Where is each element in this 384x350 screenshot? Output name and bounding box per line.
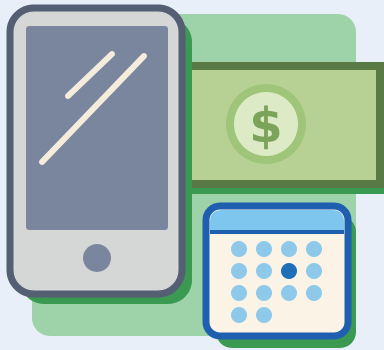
illustration-svg: $ [6,4,384,348]
dollar-bill-icon: $ [166,62,384,194]
calendar-day [306,285,322,301]
calendar-day-selected [281,263,297,279]
dollar-symbol: $ [249,98,282,154]
calendar-day [256,263,272,279]
calendar-day [256,241,272,257]
calendar-day [231,307,247,323]
calendar-day [306,241,322,257]
calendar-day [231,241,247,257]
calendar-icon [202,202,356,348]
calendar-day [306,263,322,279]
calendar-day [281,285,297,301]
calendar-day [231,263,247,279]
calendar-day [256,285,272,301]
calendar-day [281,241,297,257]
phone-home-button [83,244,111,272]
calendar-day [231,285,247,301]
smartphone-icon [6,4,192,304]
illustration-stage: $ [0,0,384,350]
calendar-day [256,307,272,323]
calendar-header [210,210,344,232]
